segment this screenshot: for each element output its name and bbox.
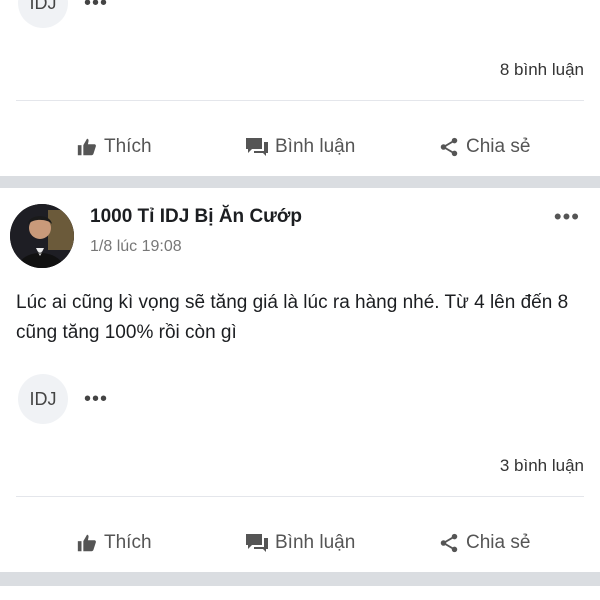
post-separator <box>0 176 600 188</box>
share-label: Chia sẻ <box>466 532 531 553</box>
like-label: Thích <box>104 136 152 157</box>
divider <box>16 100 584 101</box>
comment-count[interactable]: 3 bình luận <box>500 456 584 476</box>
more-dots-icon[interactable]: ••• <box>554 206 580 228</box>
like-button[interactable]: Thích <box>76 520 152 566</box>
share-icon <box>440 533 458 553</box>
thumbs-up-icon <box>77 138 96 156</box>
tag-chip-idj[interactable]: IDJ <box>18 374 68 424</box>
post-separator <box>0 572 600 586</box>
comment-icon <box>246 138 268 156</box>
comment-label: Bình luận <box>275 136 356 157</box>
tag-chip-idj[interactable]: IDJ <box>18 0 68 28</box>
action-bar: Thích Bình luận Chia sẻ <box>0 124 600 170</box>
share-label: Chia sẻ <box>466 136 531 157</box>
tag-row: IDJ ••• <box>18 0 108 28</box>
share-button[interactable]: Chia sẻ <box>438 124 530 170</box>
share-button[interactable]: Chia sẻ <box>438 520 530 566</box>
comment-button[interactable]: Bình luận <box>245 124 355 170</box>
comment-button[interactable]: Bình luận <box>245 520 355 566</box>
divider <box>16 496 584 497</box>
tag-row: IDJ ••• <box>18 374 108 424</box>
share-icon <box>440 137 458 157</box>
action-bar: Thích Bình luận Chia sẻ <box>0 520 600 566</box>
post-text: Lúc ai cũng kì vọng sẽ tăng giá là lúc r… <box>16 292 569 343</box>
comment-count[interactable]: 8 bình luận <box>500 60 584 80</box>
like-button[interactable]: Thích <box>76 124 152 170</box>
like-label: Thích <box>104 532 152 553</box>
post-timestamp[interactable]: 1/8 lúc 19:08 <box>90 238 182 256</box>
author-avatar[interactable] <box>10 204 74 268</box>
thumbs-up-icon <box>77 534 96 552</box>
post-card-next <box>0 586 600 600</box>
tag-more-dots-icon[interactable]: ••• <box>84 389 108 409</box>
tag-more-dots-icon[interactable]: ••• <box>84 0 108 13</box>
post-card-top: IDJ ••• 8 bình luận Thích Bình luận Chia… <box>0 0 600 176</box>
comment-icon <box>246 534 268 552</box>
avatar-photo <box>10 204 74 268</box>
comment-label: Bình luận <box>275 532 356 553</box>
post-card-main: 1000 Tỉ IDJ Bị Ăn Cướp 1/8 lúc 19:08 •••… <box>0 188 600 572</box>
author-name[interactable]: 1000 Tỉ IDJ Bị Ăn Cướp <box>90 206 302 228</box>
